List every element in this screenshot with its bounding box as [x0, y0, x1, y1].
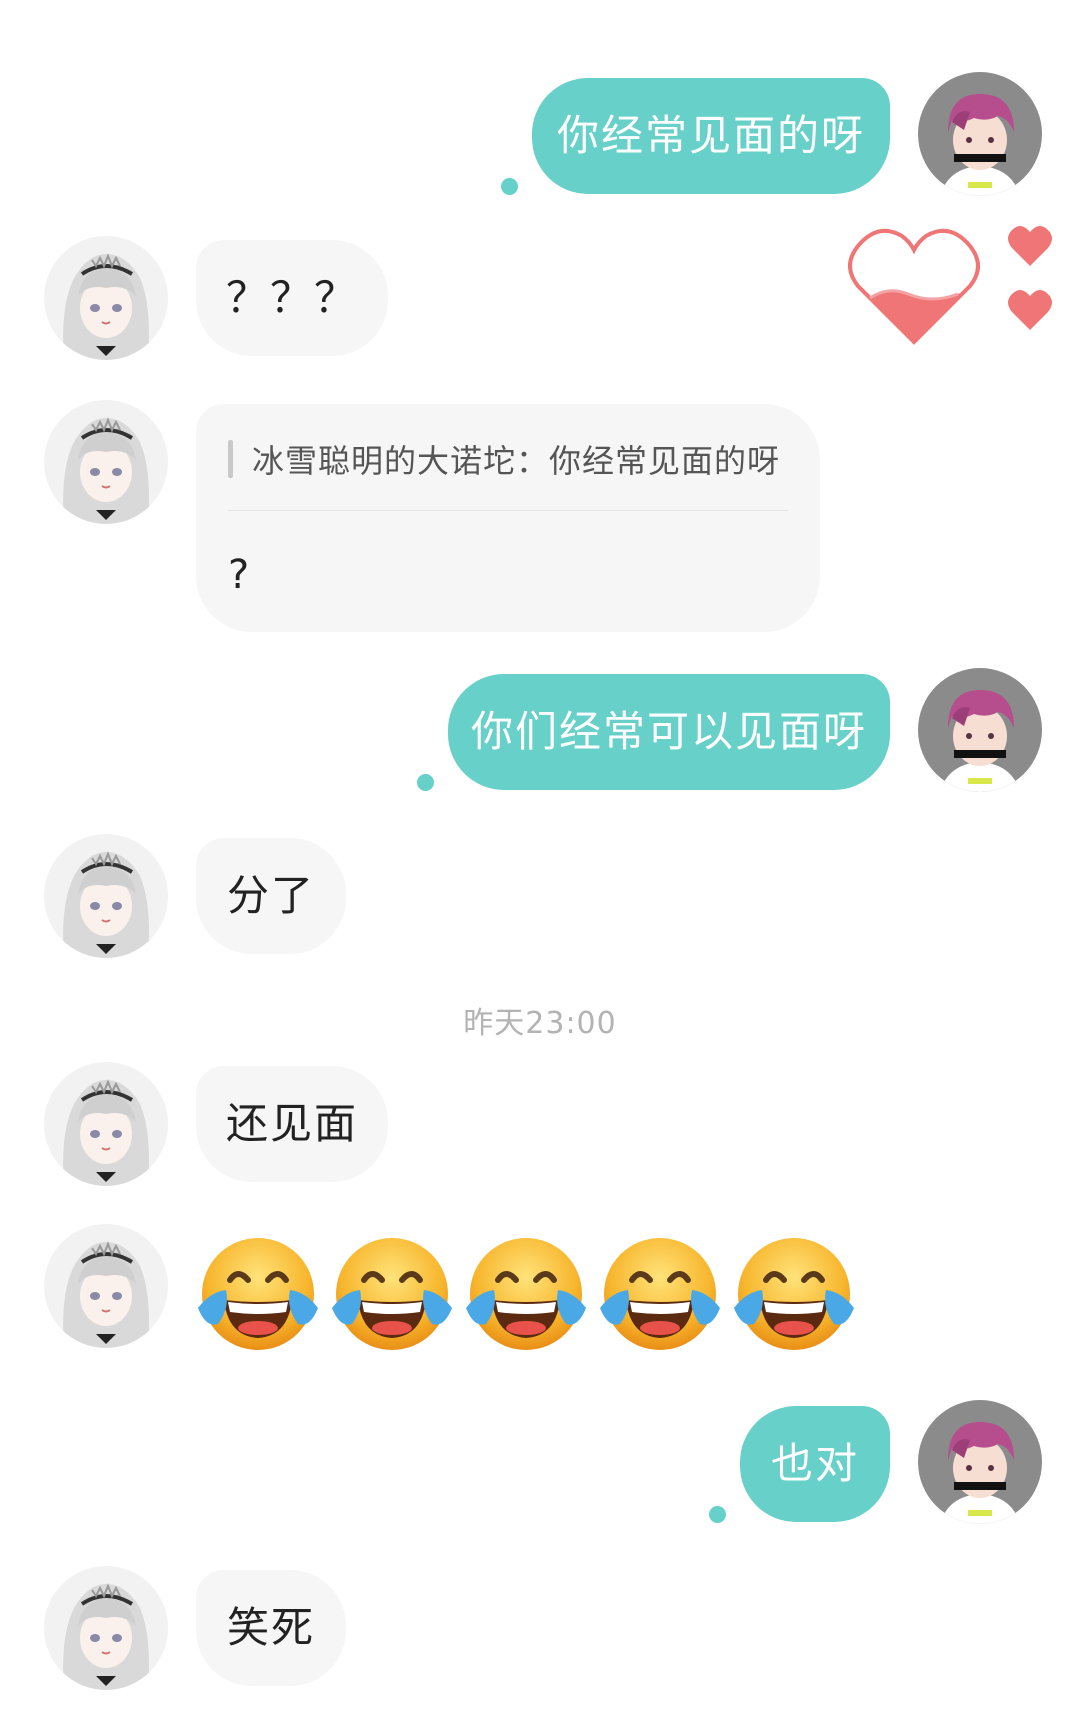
tears-of-joy-emoji-icon — [598, 1232, 722, 1356]
avatar-contact[interactable] — [44, 400, 168, 524]
tears-of-joy-emoji-icon — [196, 1232, 320, 1356]
quoted-reply-bubble[interactable]: 冰雪聪明的大诺坨：你经常见面的呀 ? — [196, 404, 820, 632]
quoted-message-text: 冰雪聪明的大诺坨：你经常见面的呀 — [252, 442, 781, 480]
message-bubble-sent[interactable]: 你经常见面的呀 — [532, 78, 890, 194]
message-bubble-received[interactable]: ？？？ — [196, 240, 388, 356]
quote-divider — [228, 510, 788, 511]
tears-of-joy-emoji-icon — [732, 1232, 856, 1356]
read-status-dot — [417, 774, 434, 791]
tears-of-joy-emoji-icon — [464, 1232, 588, 1356]
avatar-self[interactable] — [918, 1400, 1042, 1524]
message-bubble-sent[interactable]: 你们经常可以见面呀 — [448, 674, 890, 790]
avatar-contact[interactable] — [44, 834, 168, 958]
avatar-contact[interactable] — [44, 1062, 168, 1186]
avatar-self[interactable] — [918, 668, 1042, 792]
heart-decoration — [848, 214, 1058, 354]
read-status-dot — [709, 1506, 726, 1523]
timestamp-divider: 昨天23:00 — [463, 1006, 617, 1041]
message-bubble-received[interactable]: 分了 — [196, 838, 346, 954]
avatar-self[interactable] — [918, 72, 1042, 196]
quote-indicator-bar — [228, 440, 233, 478]
avatar-contact[interactable] — [44, 236, 168, 360]
reply-text: ? — [228, 552, 250, 598]
message-bubble-received[interactable]: 笑死 — [196, 1570, 346, 1686]
tears-of-joy-emoji-icon — [330, 1232, 454, 1356]
message-bubble-received[interactable]: 还见面 — [196, 1066, 388, 1182]
message-bubble-sent[interactable]: 也对 — [740, 1406, 890, 1522]
read-status-dot — [501, 178, 518, 195]
avatar-contact[interactable] — [44, 1566, 168, 1690]
avatar-contact[interactable] — [44, 1224, 168, 1348]
